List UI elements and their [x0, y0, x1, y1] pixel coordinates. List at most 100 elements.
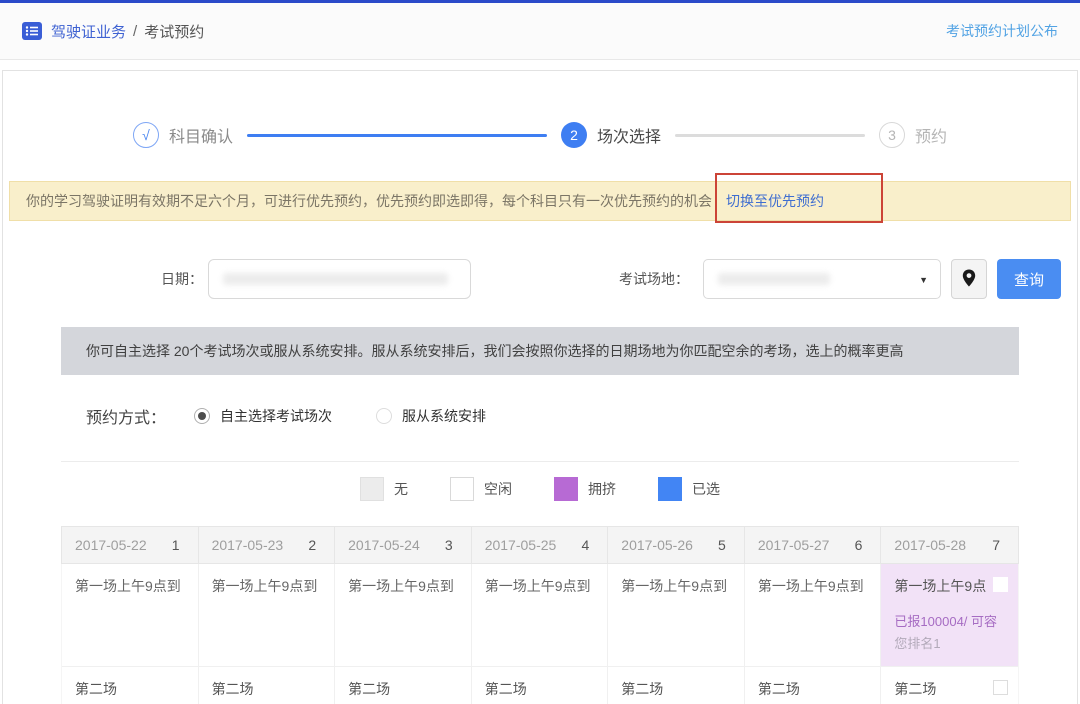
step-active: 2 场次选择 — [561, 122, 661, 148]
session-title: 第一场上午9点到 — [75, 576, 181, 596]
session-cell-top: 第二场 — [212, 679, 325, 699]
date-value-redacted — [223, 273, 448, 285]
filter-row: 日期： 考试场地： ▼ 查询 — [3, 259, 1077, 299]
date-input[interactable] — [208, 259, 471, 299]
step-label: 科目确认 — [169, 123, 233, 147]
session-title: 第一场上午9点到 — [348, 576, 454, 596]
session-schedule: 2017-05-2212017-05-2322017-05-2432017-05… — [61, 526, 1019, 704]
session-cell-top: 第一场上午9点到 — [212, 576, 325, 596]
venue-label: 考试场地： — [619, 259, 689, 299]
session-title: 第二场 — [894, 679, 936, 699]
session-cell[interactable]: 第一场上午9点已报100004/ 可容您排名1 — [881, 564, 1018, 667]
legend-label: 已选 — [692, 479, 720, 499]
session-cell: 第一场上午9点到 — [472, 564, 609, 667]
column-date: 2017-05-23 — [212, 537, 284, 553]
locate-venue-button[interactable] — [951, 259, 987, 299]
radio-option-label: 自主选择考试场次 — [220, 406, 332, 426]
chevron-down-icon: ▼ — [919, 275, 928, 285]
legend-item: 拥挤 — [554, 477, 616, 501]
schedule-column-header: 2017-05-26 5 — [608, 527, 745, 563]
session-cell-top: 第一场上午9点 — [894, 576, 1008, 596]
column-day-number: 2 — [308, 537, 316, 553]
radio-option-label: 服从系统安排 — [402, 406, 486, 426]
session-cell-top: 第二场 — [621, 679, 734, 699]
breadcrumb-section[interactable]: 驾驶证业务 — [51, 21, 126, 42]
legend-item: 空闲 — [450, 477, 512, 501]
session-cell: 第二场 — [881, 667, 1018, 704]
session-checkbox[interactable] — [993, 577, 1008, 592]
booking-mode-row: 预约方式： 自主选择考试场次 服从系统安排 — [86, 401, 1077, 431]
column-day-number: 5 — [718, 537, 726, 553]
schedule-header-row: 2017-05-2212017-05-2322017-05-2432017-05… — [61, 526, 1019, 564]
session-cell-top: 第二场 — [75, 679, 188, 699]
column-day-number: 7 — [992, 537, 1000, 553]
session-cell: 第二场 — [335, 667, 472, 704]
step-label: 预约 — [915, 123, 947, 147]
switch-priority-link[interactable]: 切换至优先预约 — [726, 191, 824, 211]
radio-selected[interactable] — [194, 408, 210, 424]
session-title: 第一场上午9点到 — [485, 576, 591, 596]
session-title: 第二场 — [212, 679, 254, 699]
step-marker: 2 — [561, 122, 587, 148]
step-label: 场次选择 — [597, 123, 661, 147]
session-cell-top: 第一场上午9点到 — [485, 576, 598, 596]
column-date: 2017-05-25 — [485, 537, 557, 553]
legend-swatch — [554, 477, 578, 501]
booked-count: 已报100004/ 可容 — [894, 611, 1008, 630]
session-cell: 第二场 — [199, 667, 336, 704]
list-icon — [22, 21, 42, 41]
column-date: 2017-05-28 — [894, 537, 966, 553]
your-rank: 您排名1 — [894, 633, 1008, 652]
column-day-number: 3 — [445, 537, 453, 553]
schedule-row: 第一场上午9点到 第一场上午9点到 第一场上午9点到 第一场上午9点到 第一场上午9点到… — [61, 564, 1019, 667]
step-connector — [675, 134, 865, 137]
session-cell-top: 第二场 — [894, 679, 1008, 699]
schedule-column-header: 2017-05-25 4 — [472, 527, 609, 563]
exam-plan-link[interactable]: 考试预约计划公布 — [946, 21, 1058, 41]
venue-select[interactable]: ▼ — [703, 259, 941, 299]
session-cell: 第一场上午9点到 — [608, 564, 745, 667]
search-button[interactable]: 查询 — [997, 259, 1061, 299]
legend-swatch — [450, 477, 474, 501]
column-date: 2017-05-26 — [621, 537, 693, 553]
column-date: 2017-05-22 — [75, 537, 147, 553]
map-pin-icon — [962, 269, 976, 290]
session-checkbox[interactable] — [993, 680, 1008, 695]
session-title: 第二场 — [348, 679, 390, 699]
step-marker: √ — [133, 122, 159, 148]
session-cell: 第二场 — [608, 667, 745, 704]
step-marker: 3 — [879, 122, 905, 148]
session-cell-top: 第一场上午9点到 — [621, 576, 734, 596]
legend-label: 无 — [394, 479, 408, 499]
session-title: 第二场 — [758, 679, 800, 699]
session-cell: 第一场上午9点到 — [335, 564, 472, 667]
breadcrumb-page: 考试预约 — [144, 21, 204, 42]
legend-item: 已选 — [658, 477, 720, 501]
legend-label: 拥挤 — [588, 479, 616, 499]
session-cell-top: 第一场上午9点到 — [758, 576, 871, 596]
legend-item: 无 — [360, 477, 408, 501]
session-cell: 第一场上午9点到 — [62, 564, 199, 667]
session-title: 第二场 — [621, 679, 663, 699]
steps-indicator: √ 科目确认 2 场次选择 3 预约 — [3, 107, 1077, 163]
schedule-column-header: 2017-05-23 2 — [199, 527, 336, 563]
schedule-column-header: 2017-05-22 1 — [62, 527, 199, 563]
session-cell-top: 第一场上午9点到 — [348, 576, 461, 596]
switch-priority-label: 切换至优先预约 — [726, 193, 824, 209]
venue-value-redacted — [718, 273, 830, 285]
step-pending: 3 预约 — [879, 122, 947, 148]
schedule-column-header: 2017-05-24 3 — [335, 527, 472, 563]
priority-notice-bar: 你的学习驾驶证明有效期不足六个月，可进行优先预约，优先预约即选即得，每个科目只有… — [9, 181, 1071, 221]
legend-swatch — [658, 477, 682, 501]
legend-label: 空闲 — [484, 479, 512, 499]
session-cell: 第一场上午9点到 — [745, 564, 882, 667]
booking-mode-label: 预约方式： — [86, 404, 166, 428]
date-label: 日期： — [161, 259, 203, 299]
column-day-number: 1 — [172, 537, 180, 553]
column-day-number: 4 — [581, 537, 589, 553]
section-divider — [61, 461, 1019, 462]
status-legend: 无 空闲 拥挤 已选 — [3, 476, 1077, 502]
priority-notice-text: 你的学习驾驶证明有效期不足六个月，可进行优先预约，优先预约即选即得，每个科目只有… — [26, 191, 712, 211]
radio-unselected[interactable] — [376, 408, 392, 424]
column-date: 2017-05-24 — [348, 537, 420, 553]
